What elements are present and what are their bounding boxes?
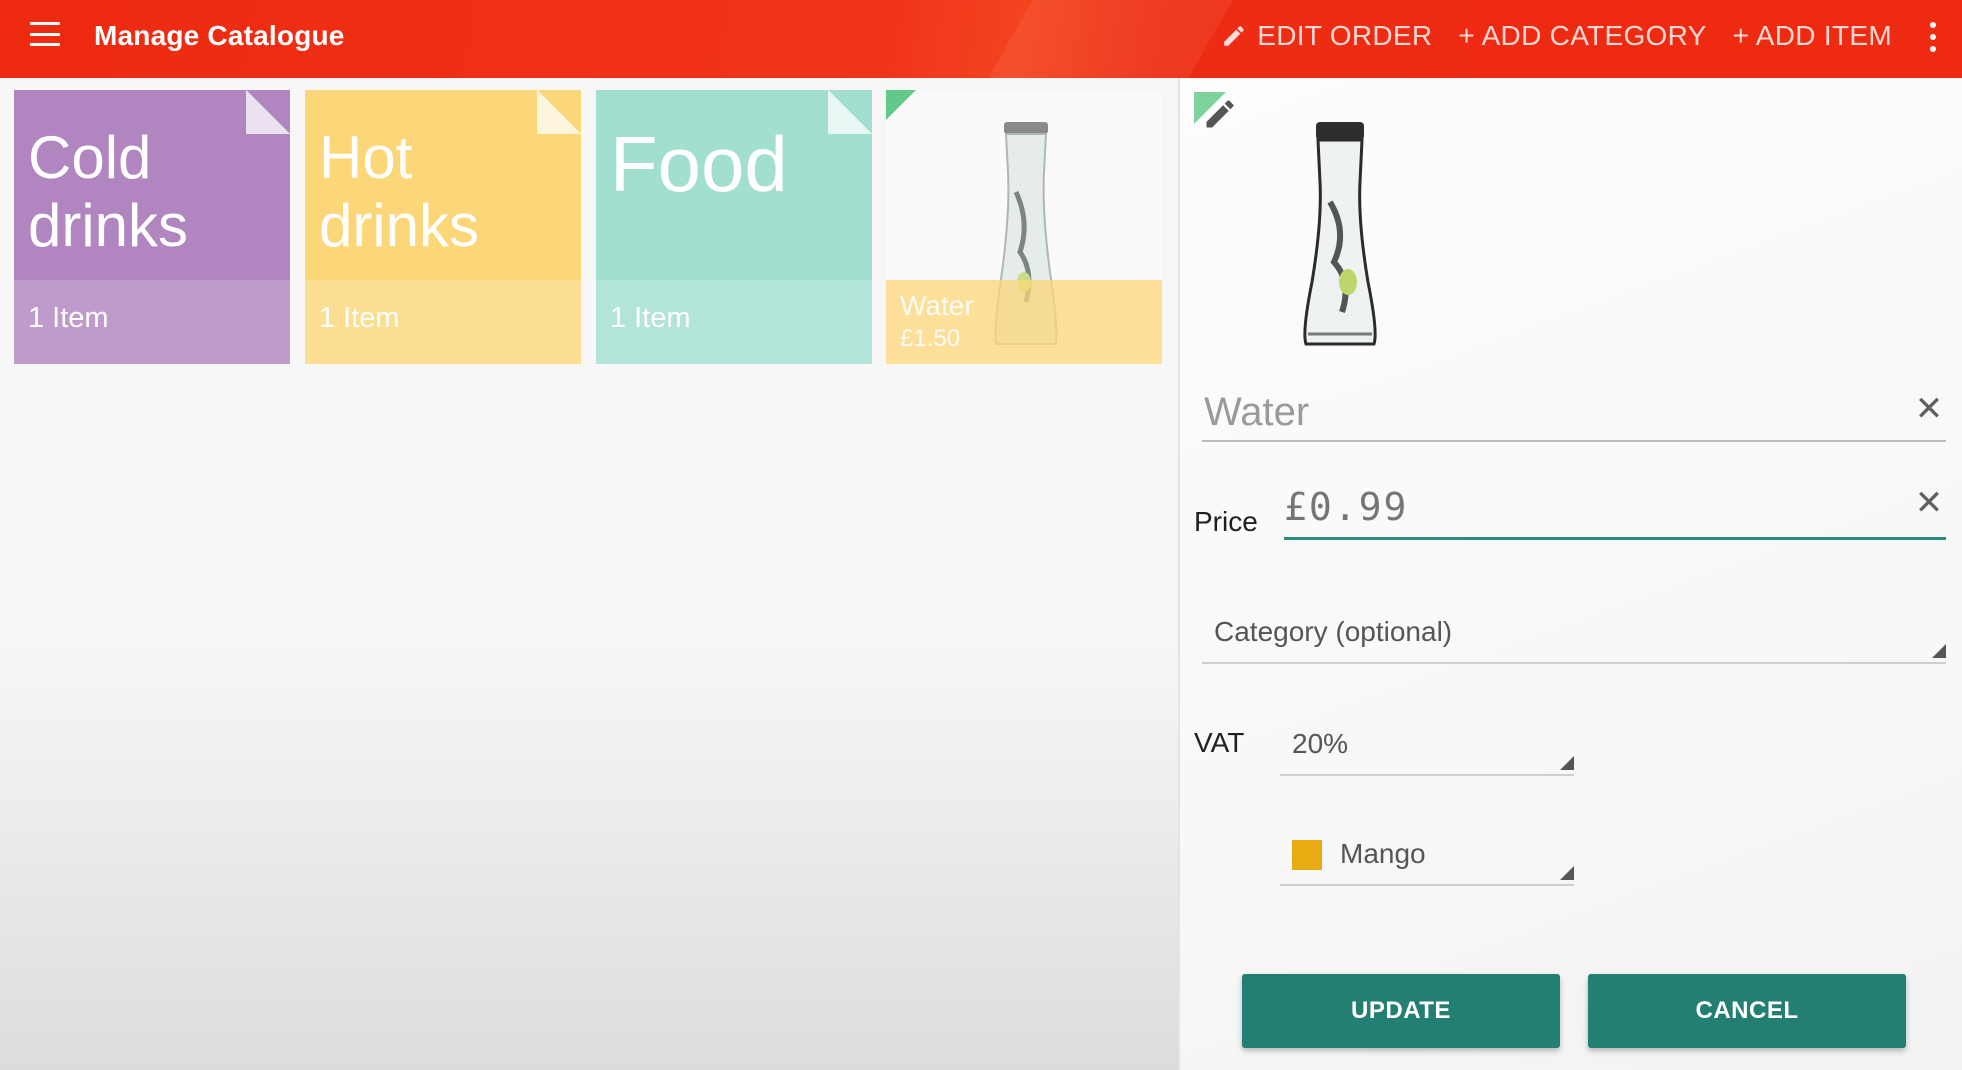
category-placeholder: Category (optional): [1214, 616, 1453, 647]
tile-title: Hot drinks: [319, 124, 479, 260]
edit-order-button[interactable]: EDIT ORDER: [1221, 20, 1432, 52]
price-field: ✕: [1284, 482, 1946, 540]
tile-item-count: 1 Item: [305, 280, 581, 364]
catalogue-grid: Cold drinks 1 Item Hot drinks 1 Item Foo…: [0, 78, 1178, 1070]
selected-marker-icon: [886, 90, 916, 120]
item-price: £1.50: [900, 325, 961, 352]
dropdown-caret-icon: [1560, 756, 1574, 770]
category-select[interactable]: Category (optional): [1202, 604, 1946, 664]
category-tile-hot-drinks[interactable]: Hot drinks 1 Item: [305, 90, 581, 364]
edit-item-panel: ✕ Price ✕ Category (optional) VAT 20% Ma…: [1178, 78, 1962, 1070]
tile-item-count: 1 Item: [14, 280, 290, 364]
category-tile-cold-drinks[interactable]: Cold drinks 1 Item: [14, 90, 290, 364]
category-tile-food[interactable]: Food 1 Item: [596, 90, 872, 364]
item-tile-water[interactable]: Water £1.50: [886, 90, 1162, 364]
tile-title-line: drinks: [28, 192, 189, 259]
add-category-label: + ADD CATEGORY: [1458, 20, 1707, 51]
tile-title: Food: [610, 120, 788, 208]
price-label: Price: [1194, 506, 1258, 537]
tile-title-line: Cold: [28, 124, 152, 191]
item-name: Water: [900, 290, 974, 321]
tile-title-line: Hot: [319, 124, 413, 191]
color-select[interactable]: Mango: [1280, 826, 1574, 886]
tile-title-line: drinks: [319, 192, 480, 259]
add-item-button[interactable]: + ADD ITEM: [1733, 20, 1892, 52]
folded-corner-icon: [537, 90, 581, 134]
dropdown-caret-icon: [1932, 644, 1946, 658]
color-name: Mango: [1340, 838, 1426, 869]
item-label-band: Water £1.50: [886, 280, 1162, 364]
update-button[interactable]: UPDATE: [1242, 974, 1560, 1048]
color-swatch: [1292, 840, 1322, 870]
clear-name-close-icon[interactable]: ✕: [1912, 392, 1946, 426]
add-category-button[interactable]: + ADD CATEGORY: [1458, 20, 1706, 52]
vat-select[interactable]: 20%: [1280, 716, 1574, 776]
more-vertical-icon[interactable]: [1928, 22, 1938, 52]
folded-corner-icon: [246, 90, 290, 134]
pencil-icon: [1224, 26, 1244, 46]
hamburger-menu-icon[interactable]: [30, 22, 60, 46]
app-bar: Manage Catalogue EDIT ORDER + ADD CATEGO…: [0, 0, 1962, 78]
item-name-field: ✕: [1202, 388, 1946, 442]
tile-title-line: Food: [610, 120, 788, 208]
edit-order-label: EDIT ORDER: [1257, 20, 1433, 51]
toolbar-actions: EDIT ORDER + ADD CATEGORY + ADD ITEM: [1221, 16, 1892, 56]
page-title: Manage Catalogue: [94, 20, 345, 51]
vat-value: 20%: [1292, 728, 1349, 759]
tile-title: Cold drinks: [28, 124, 188, 260]
dropdown-caret-icon: [1560, 866, 1574, 880]
edit-image-button[interactable]: [1194, 92, 1238, 136]
item-name-input[interactable]: [1202, 388, 1882, 436]
clear-price-close-icon[interactable]: ✕: [1912, 486, 1946, 520]
pencil-icon: [1206, 100, 1234, 128]
water-carafe-image: [1303, 122, 1377, 346]
price-input[interactable]: [1284, 482, 1884, 532]
vat-label: VAT: [1194, 727, 1245, 758]
add-item-label: + ADD ITEM: [1732, 20, 1892, 51]
tile-item-count: 1 Item: [596, 280, 872, 364]
cancel-button[interactable]: CANCEL: [1588, 974, 1906, 1048]
folded-corner-icon: [828, 90, 872, 134]
